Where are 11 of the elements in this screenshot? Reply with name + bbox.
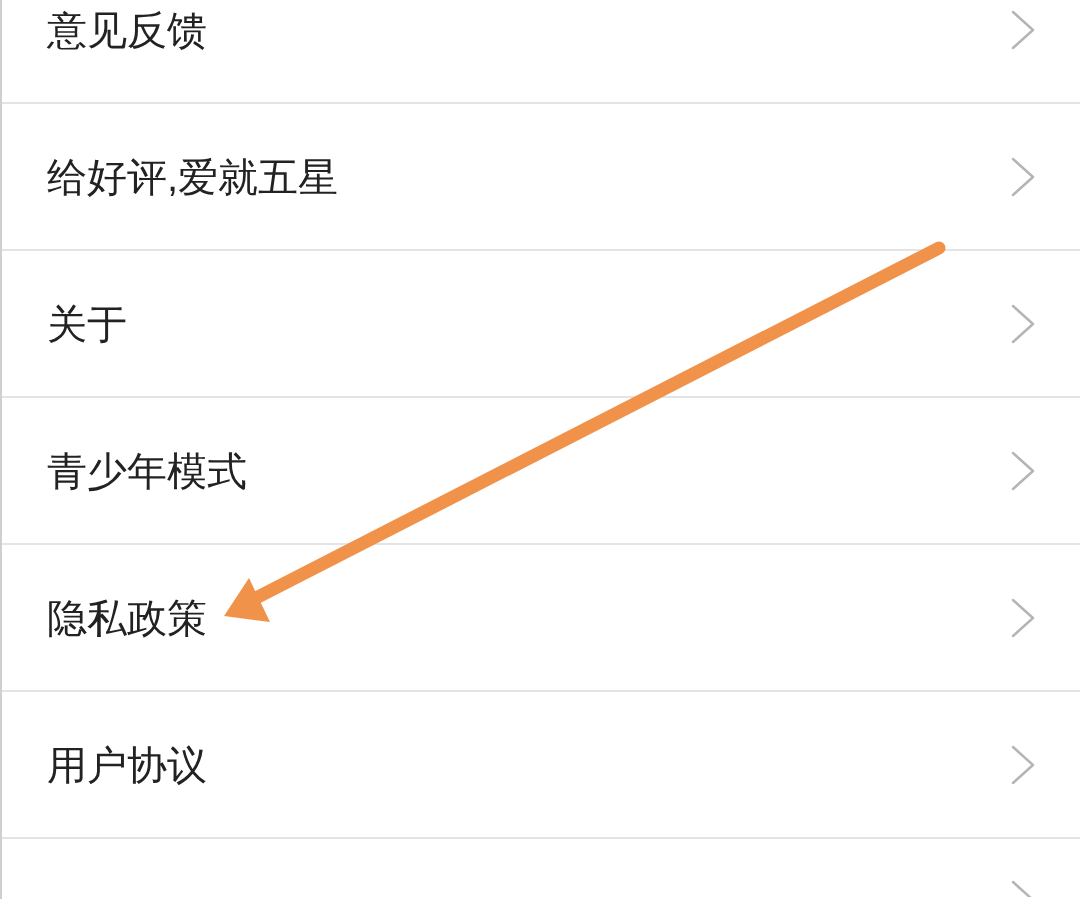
chevron-right-icon (1010, 155, 1036, 198)
menu-item[interactable]: 关于 (2, 251, 1080, 398)
menu-item[interactable]: 意见反馈 (2, 0, 1080, 104)
menu-item[interactable]: 给好评,爱就五星 (2, 104, 1080, 251)
chevron-right-icon (1010, 302, 1036, 345)
menu-item[interactable]: 用户协议 (2, 692, 1080, 839)
chevron-right-icon (1010, 8, 1036, 51)
menu-item[interactable]: 青少年模式 (2, 398, 1080, 545)
chevron-right-icon (1010, 596, 1036, 639)
chevron-right-icon (1010, 449, 1036, 492)
chevron-right-icon (1010, 743, 1036, 786)
